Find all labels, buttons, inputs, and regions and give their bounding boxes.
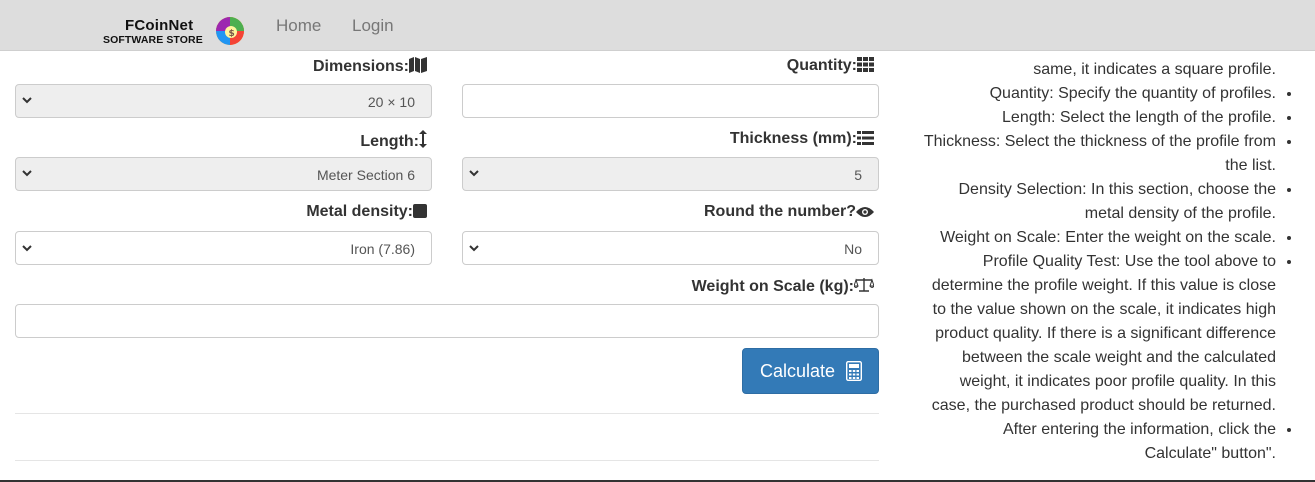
thickness-value: 5: [854, 167, 862, 183]
dimensions-label-text: :Dimensions: [312, 58, 409, 75]
list-icon: [857, 131, 874, 150]
help-line: Thickness: Select the thickness of the p…: [910, 130, 1276, 178]
brand-name: FCoinNet: [125, 17, 194, 34]
chevron-down-icon: [22, 97, 32, 104]
help-line: After entering the information, click th…: [910, 418, 1276, 466]
help-line: Density Selection: In this section, choo…: [910, 178, 1276, 226]
thickness-select[interactable]: 5: [462, 157, 879, 191]
help-line-text: Profile Quality Test: Use the tool above…: [982, 253, 1276, 270]
weight-input[interactable]: [15, 304, 879, 338]
length-label: :Length: [360, 130, 432, 153]
help-line-text: .metal density of the profile: [1084, 205, 1276, 222]
quantity-label-text: :Quantity: [786, 57, 857, 74]
svg-text:$: $: [229, 29, 235, 39]
help-line-text: between the scale weight and the calcula…: [962, 349, 1276, 366]
help-line-text: to the value shown on the scale, it indi…: [932, 301, 1276, 318]
help-panel: .same, it indicates a square profile .Qu…: [910, 58, 1300, 466]
round-select[interactable]: No: [462, 231, 879, 265]
brand-subtitle: SOFTWARE STORE: [103, 34, 203, 46]
thickness-label-text: :Thickness (mm): [729, 130, 857, 147]
metal-density-label-text: :Metal density: [306, 203, 413, 220]
round-value: No: [844, 241, 862, 257]
round-label-text: ?Round the number: [704, 203, 856, 220]
chevron-down-icon: [469, 245, 479, 252]
nav-login[interactable]: Login: [352, 16, 394, 36]
help-line-text: ."Calculate" button: [1144, 445, 1276, 462]
weight-label: :Weight on Scale (kg): [692, 277, 879, 298]
resize-vertical-icon: [419, 130, 427, 153]
divider: [15, 413, 879, 414]
length-select[interactable]: Meter Section 6: [15, 157, 432, 191]
chevron-down-icon: [22, 245, 32, 252]
metal-density-label: :Metal density: [306, 203, 432, 223]
grid-icon: [857, 57, 874, 77]
help-line-text: determine the profile weight. If this va…: [931, 277, 1276, 294]
help-line-text: .case, the purchased product should be r…: [931, 397, 1276, 414]
help-line-text: weight, it indicates poor profile qualit…: [959, 373, 1276, 390]
map-icon: [409, 57, 427, 78]
divider: [15, 460, 879, 461]
help-line-text: Density Selection: In this section, choo…: [958, 181, 1276, 198]
help-line: .Weight on Scale: Enter the weight on th…: [910, 226, 1276, 250]
metal-density-value: Iron (7.86): [350, 241, 415, 257]
help-line: .same, it indicates a square profile: [1033, 61, 1276, 78]
round-label: ?Round the number: [704, 203, 879, 223]
quantity-input[interactable]: [462, 84, 879, 118]
calculate-button[interactable]: Calculate: [742, 348, 879, 394]
chevron-down-icon: [469, 170, 479, 177]
calculator-icon: [846, 361, 862, 381]
help-line-text: Thickness: Select the thickness of the p…: [923, 133, 1276, 150]
scale-icon: [853, 277, 875, 298]
thickness-label: :Thickness (mm): [730, 130, 879, 150]
metal-density-select[interactable]: Iron (7.86): [15, 231, 432, 265]
nav-home[interactable]: Home: [276, 16, 321, 36]
help-line: .Length: Select the length of the profil…: [910, 106, 1276, 130]
eye-icon: [856, 205, 874, 223]
length-label-text: :Length: [360, 133, 419, 150]
help-line-text: product quality. If there is a significa…: [935, 325, 1276, 342]
help-line-text: After entering the information, click th…: [1002, 421, 1276, 438]
calculate-button-label: Calculate: [760, 361, 836, 381]
help-list: .same, it indicates a square profile .Qu…: [910, 58, 1300, 466]
navbar: FCoinNet SOFTWARE STORE $ Home Login: [0, 0, 1315, 51]
weight-label-text: :Weight on Scale (kg): [691, 278, 854, 295]
brand-logo-link[interactable]: FCoinNet SOFTWARE STORE $: [103, 15, 248, 49]
dimensions-label: :Dimensions: [313, 57, 432, 78]
dimensions-value: 20 × 10: [367, 94, 415, 110]
brand-icon: $: [216, 17, 244, 45]
square-icon: [413, 204, 427, 223]
help-line: .Quantity: Specify the quantity of profi…: [910, 82, 1276, 106]
chevron-down-icon: [22, 170, 32, 177]
quantity-label: :Quantity: [787, 57, 879, 77]
help-line-text: .the list: [1225, 157, 1276, 174]
dimensions-select[interactable]: 20 × 10: [15, 84, 432, 118]
length-value: Meter Section 6: [316, 167, 415, 183]
help-line: Profile Quality Test: Use the tool above…: [910, 250, 1276, 418]
